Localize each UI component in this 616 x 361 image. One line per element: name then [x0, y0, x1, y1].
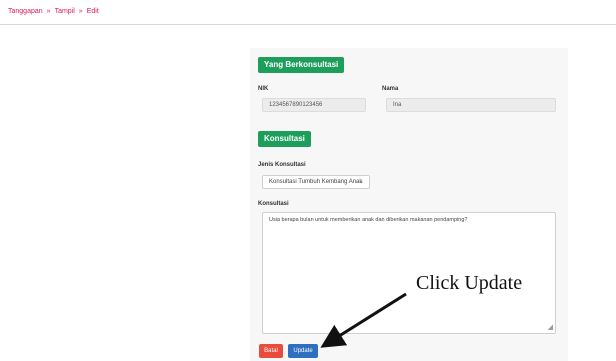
- nik-label: NIK: [258, 86, 269, 92]
- konsultasi-text: Usia berapa bulan untuk memberikan anak …: [269, 217, 468, 223]
- chevron-down-icon: ⌄: [358, 178, 364, 185]
- update-button[interactable]: Update: [288, 344, 318, 358]
- breadcrumb-item-edit: Edit: [86, 8, 99, 15]
- annotation-text: Click Update: [416, 272, 523, 294]
- nama-label: Nama: [382, 86, 399, 92]
- breadcrumb: Tanggapan » Tampil » Edit: [8, 8, 99, 15]
- top-bar: Tanggapan » Tampil » Edit: [0, 0, 616, 25]
- breadcrumb-item-tampil[interactable]: Tampil: [55, 8, 75, 15]
- nama-field: Ina: [386, 98, 556, 112]
- nama-value: Ina: [393, 102, 402, 108]
- resize-handle-icon[interactable]: ◢: [548, 323, 553, 331]
- section-title-konsultasi: Konsultasi: [258, 131, 311, 147]
- section-title-yang-berkonsultasi: Yang Berkonsultasi: [258, 57, 345, 73]
- jenis-konsultasi-value: Konsultasi Tumbuh Kembang Anak: [269, 179, 363, 185]
- form-panel: Yang Berkonsultasi NIK 1234567890123456 …: [250, 48, 568, 361]
- breadcrumb-separator-icon: »: [46, 8, 51, 15]
- jenis-konsultasi-label: Jenis Konsultasi: [258, 162, 306, 168]
- breadcrumb-item-tanggapan[interactable]: Tanggapan: [8, 8, 43, 15]
- nik-field: 1234567890123456: [262, 98, 366, 112]
- nik-value: 1234567890123456: [269, 102, 323, 108]
- breadcrumb-separator-icon: »: [78, 8, 83, 15]
- jenis-konsultasi-select[interactable]: Konsultasi Tumbuh Kembang Anak ⌄: [262, 175, 370, 189]
- konsultasi-label: Konsultasi: [258, 201, 289, 207]
- back-button[interactable]: Batal: [259, 344, 283, 358]
